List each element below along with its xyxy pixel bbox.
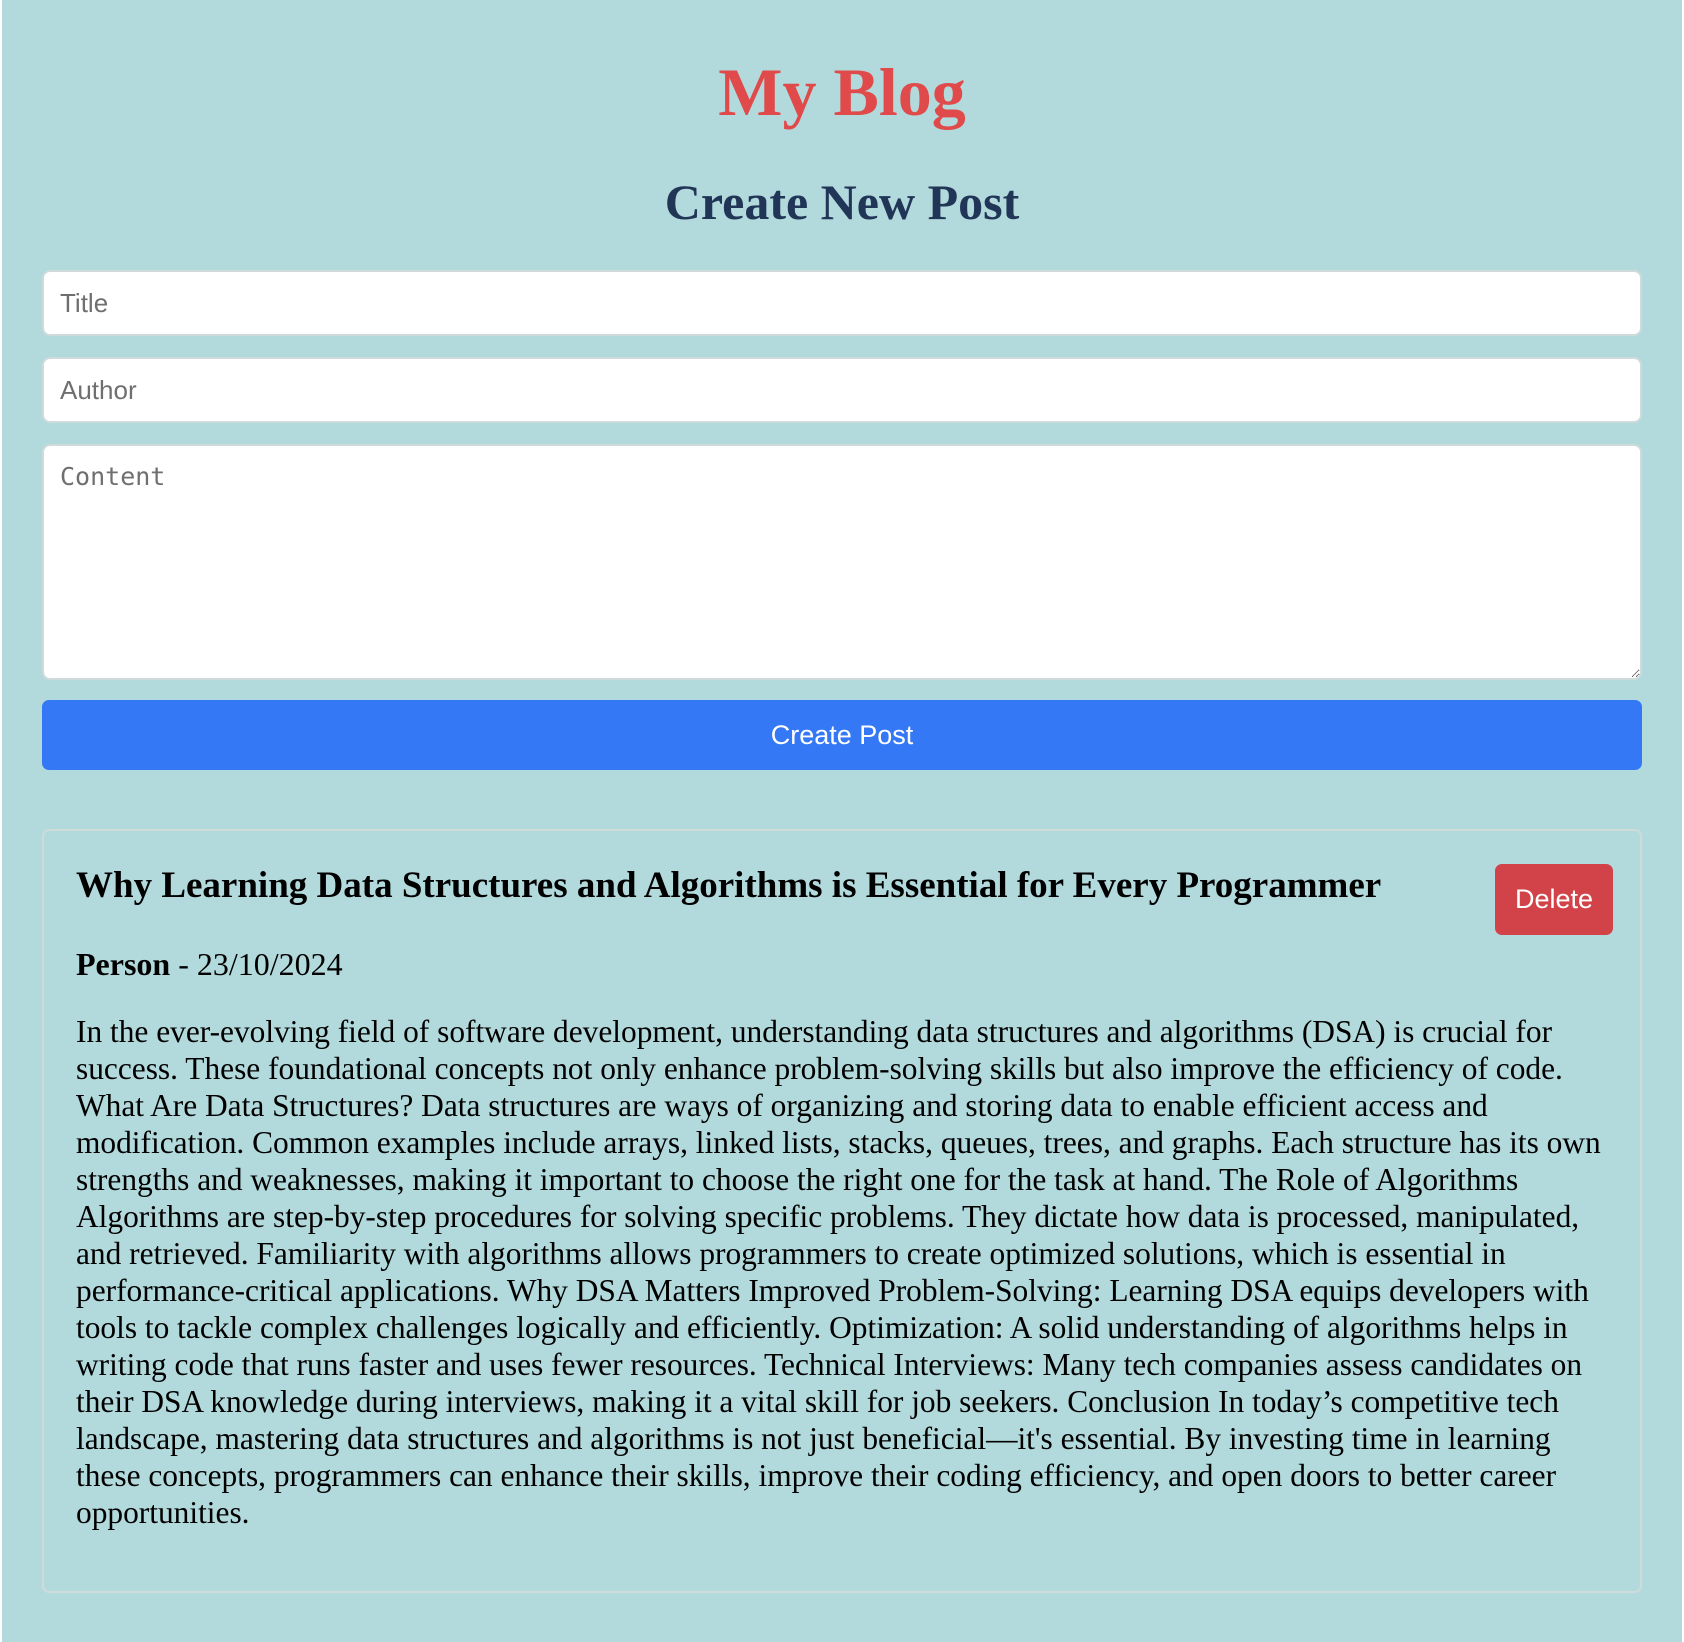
delete-post-button[interactable]: Delete — [1495, 864, 1613, 935]
post-title: Why Learning Data Structures and Algorit… — [76, 865, 1382, 906]
post-meta: Person - 23/10/2024 — [76, 943, 343, 985]
title-input[interactable] — [42, 270, 1642, 336]
author-input[interactable] — [42, 357, 1642, 423]
content-textarea[interactable] — [42, 444, 1642, 680]
post-meta-separator: - — [170, 946, 197, 982]
post-content: In the ever-evolving field of software d… — [76, 1014, 1601, 1530]
create-post-button[interactable]: Create Post — [42, 700, 1642, 770]
post-card: Why Learning Data Structures and Algorit… — [42, 829, 1642, 1593]
post-date: 23/10/2024 — [196, 946, 343, 982]
page: My Blog Create New Post Create Post Why … — [2, 0, 1682, 1642]
create-post-heading: Create New Post — [664, 174, 1020, 230]
post-author: Person — [76, 946, 171, 982]
site-title: My Blog — [718, 54, 966, 130]
